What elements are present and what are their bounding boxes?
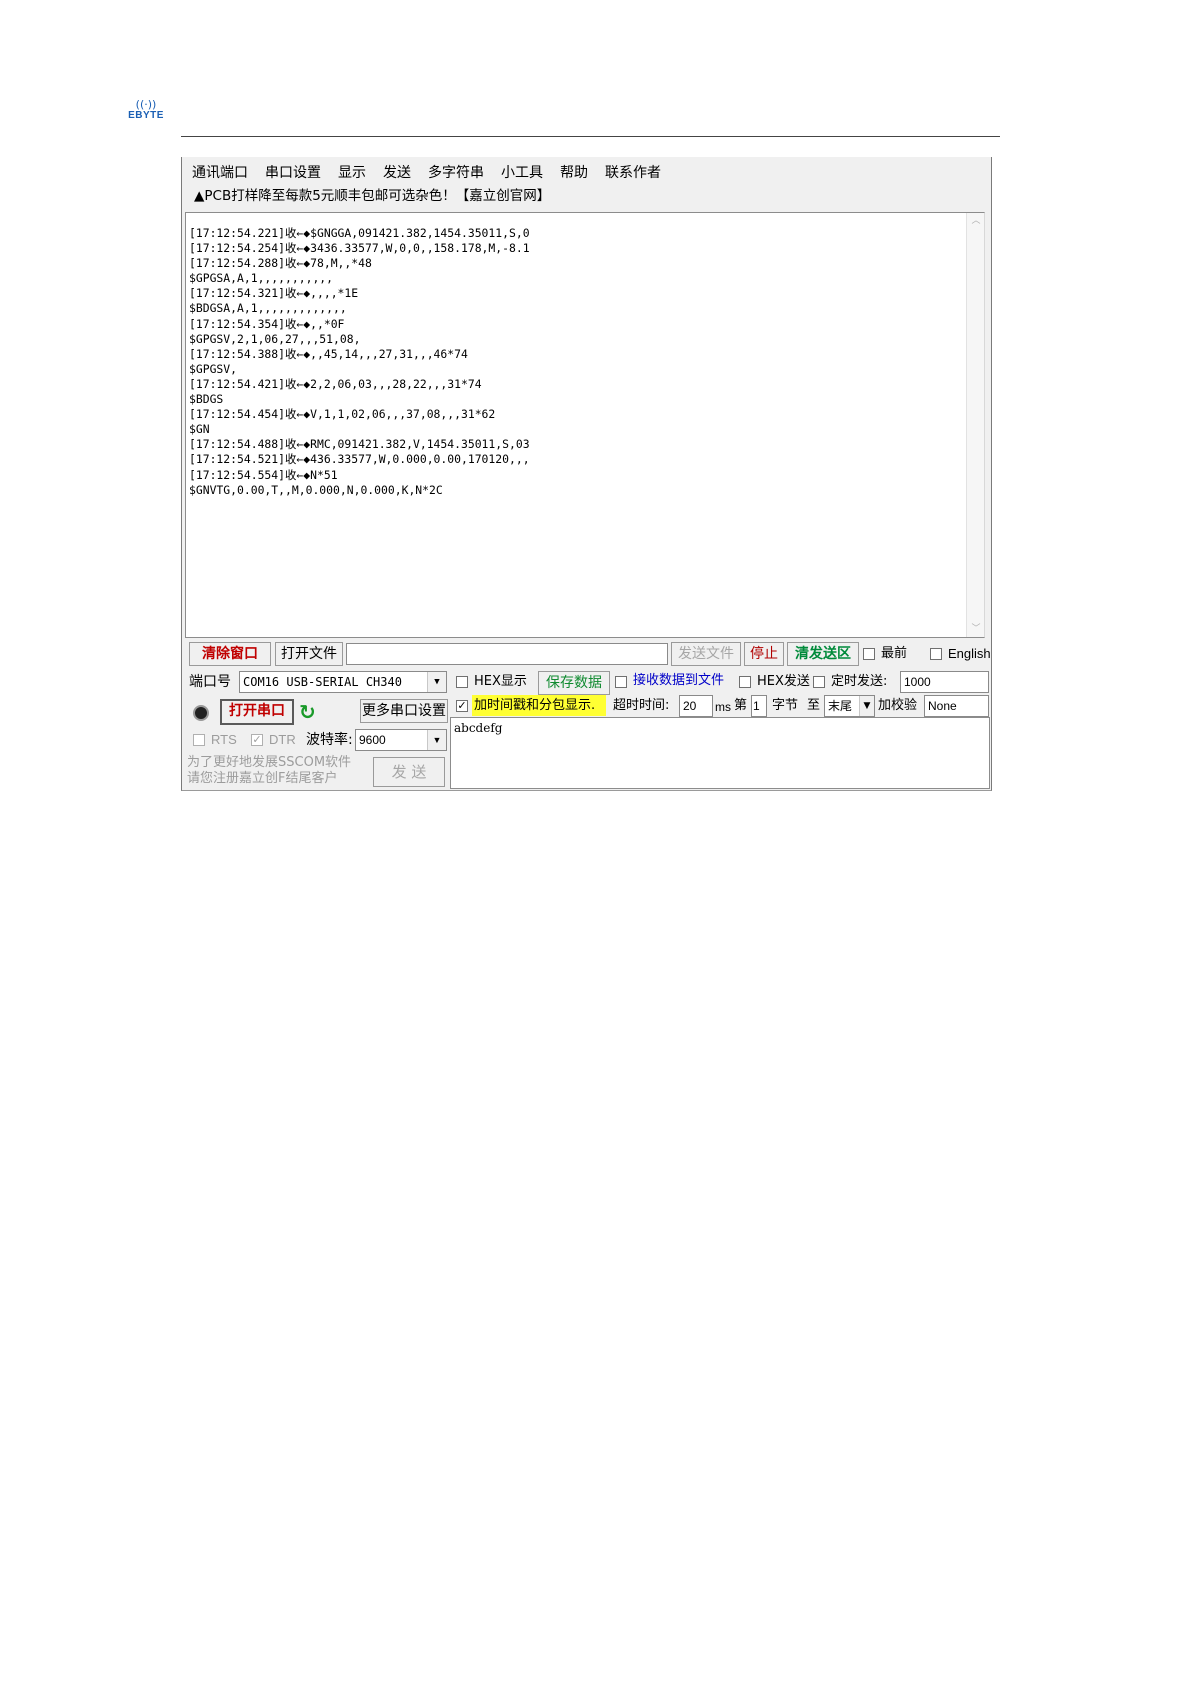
port-select[interactable]: COM16 USB-SERIAL CH340 ▼ bbox=[239, 671, 447, 693]
chevron-down-icon[interactable]: ▼ bbox=[859, 696, 874, 716]
ad-banner[interactable]: ▲PCB打样降至每款5元顺丰包邮可选杂色！【嘉立创官网】 bbox=[194, 187, 550, 205]
receive-line: $GN bbox=[189, 422, 210, 437]
menu-item[interactable]: 显示 bbox=[338, 163, 366, 183]
port-status-icon bbox=[193, 705, 209, 721]
send-text: abcdefg bbox=[454, 721, 503, 735]
port-label: 端口号 bbox=[189, 674, 231, 690]
receive-line: [17:12:54.488]收←◆RMC,091421.382,V,1454.3… bbox=[189, 437, 530, 452]
promo-line-1: 为了更好地发展SSCOM软件 bbox=[187, 755, 352, 770]
menu-bar: 通讯端口 串口设置 显示 发送 多字符串 小工具 帮助 联系作者 bbox=[192, 163, 678, 183]
english-checkbox[interactable] bbox=[930, 648, 942, 660]
ms-label: ms bbox=[715, 700, 731, 714]
refresh-icon[interactable]: ↻ bbox=[299, 701, 316, 723]
receive-area[interactable]: [17:12:54.221]收←◆$GNGGA,091421.382,1454.… bbox=[185, 212, 985, 638]
timeout-input[interactable]: 20 bbox=[679, 695, 713, 717]
byte-label: 字节 bbox=[772, 698, 799, 713]
receive-line: [17:12:54.521]收←◆436.33577,W,0.000,0.00,… bbox=[189, 452, 530, 467]
stop-button[interactable]: 停止 bbox=[744, 642, 784, 666]
to-label: 至 bbox=[807, 698, 821, 713]
ebyte-logo: ((·)) EBYTE bbox=[120, 98, 172, 126]
receive-line: [17:12:54.221]收←◆$GNGGA,091421.382,1454.… bbox=[189, 226, 530, 240]
receive-line: [17:12:54.421]收←◆2,2,06,03,,,28,22,,,31*… bbox=[189, 376, 482, 391]
menu-item[interactable]: 联系作者 bbox=[605, 163, 661, 183]
receive-line: [17:12:54.321]收←◆,,,,*1E bbox=[189, 286, 359, 301]
send-button[interactable]: 发 送 bbox=[373, 757, 445, 787]
receive-line: $GPGSV,2,1,06,27,,,51,08, bbox=[189, 331, 361, 346]
clear-send-button[interactable]: 清发送区 bbox=[787, 642, 859, 666]
hex-send-label: HEX发送 bbox=[757, 674, 810, 689]
scroll-down-icon[interactable]: ﹀ bbox=[970, 624, 982, 634]
timed-interval-input[interactable]: 1000 bbox=[900, 671, 989, 693]
sscom-window: 通讯端口 串口设置 显示 发送 多字符串 小工具 帮助 联系作者 ▲PCB打样降至每款5元顺丰… bbox=[181, 157, 992, 791]
antenna-icon: ((·)) bbox=[135, 98, 157, 111]
timestamp-checkbox[interactable]: ✓ bbox=[456, 700, 468, 712]
baud-select[interactable]: 9600 ▼ bbox=[355, 729, 447, 751]
receive-line: [17:12:54.554]收←◆N*51 bbox=[189, 467, 338, 482]
port-value: COM16 USB-SERIAL CH340 bbox=[243, 675, 402, 689]
dtr-checkbox[interactable]: ✓ bbox=[251, 734, 263, 746]
header-divider bbox=[181, 136, 1000, 137]
checksum-label: 加校验 bbox=[878, 698, 918, 713]
more-settings-button[interactable]: 更多串口设置 bbox=[360, 699, 448, 723]
timestamp-label: 加时间戳和分包显示. bbox=[474, 698, 596, 713]
english-label: English bbox=[948, 646, 990, 661]
menu-item[interactable]: 串口设置 bbox=[265, 163, 321, 183]
baud-label: 波特率: bbox=[306, 732, 353, 748]
receive-line: $GPGSV, bbox=[189, 361, 238, 376]
hex-send-checkbox[interactable] bbox=[739, 676, 751, 688]
open-port-button[interactable]: 打开串口 bbox=[220, 699, 294, 725]
file-toolbar: 清除窗口 打开文件 发送文件 停止 清发送区 最前 English bbox=[185, 641, 990, 667]
hex-display-checkbox[interactable] bbox=[456, 676, 468, 688]
checksum-select[interactable]: None bbox=[924, 695, 989, 717]
save-data-button[interactable]: 保存数据 bbox=[538, 671, 610, 695]
byte-index-input[interactable]: 1 bbox=[751, 695, 767, 717]
receive-line: $BDGSA,A,1,,,,,,,,,,,,, bbox=[189, 301, 347, 316]
receive-line: [17:12:54.288]收←◆78,M,,*48 bbox=[189, 256, 372, 271]
timed-send-label: 定时发送: bbox=[831, 674, 888, 689]
recv-to-file-label: 接收数据到文件 bbox=[633, 673, 725, 688]
send-file-button[interactable]: 发送文件 bbox=[671, 642, 741, 666]
menu-item[interactable]: 小工具 bbox=[501, 163, 543, 183]
receive-line: $GPGSA,A,1,,,,,,,,,,, bbox=[189, 271, 334, 286]
menu-item[interactable]: 帮助 bbox=[560, 163, 588, 183]
receive-line: [17:12:54.254]收←◆3436.33577,W,0,0,,158.1… bbox=[189, 241, 530, 256]
menu-item[interactable]: 发送 bbox=[383, 163, 411, 183]
scroll-up-icon[interactable]: ︿ bbox=[970, 216, 982, 226]
receive-scrollbar[interactable]: ︿ ﹀ bbox=[966, 213, 984, 637]
end-value: 末尾 bbox=[828, 699, 853, 713]
baud-value: 9600 bbox=[359, 733, 386, 747]
end-select[interactable]: 末尾 ▼ bbox=[824, 695, 875, 717]
chevron-down-icon[interactable]: ▼ bbox=[427, 672, 446, 692]
receive-line: [17:12:54.454]收←◆V,1,1,02,06,,,37,08,,,3… bbox=[189, 407, 496, 422]
file-path-input[interactable] bbox=[346, 643, 668, 665]
logo-text: EBYTE bbox=[128, 110, 164, 121]
receive-line: $GNVTG,0.00,T,,M,0.000,N,0.000,K,N*2C bbox=[189, 482, 443, 497]
dtr-label: DTR bbox=[269, 732, 296, 747]
timed-send-checkbox[interactable] bbox=[813, 676, 825, 688]
timeout-label: 超时时间: bbox=[613, 698, 670, 713]
hex-display-label: HEX显示 bbox=[474, 674, 527, 689]
menu-item[interactable]: 多字符串 bbox=[428, 163, 484, 183]
receive-line: $BDGS bbox=[189, 392, 224, 407]
open-file-button[interactable]: 打开文件 bbox=[275, 642, 343, 666]
port-panel: 端口号 COM16 USB-SERIAL CH340 ▼ 打开串口 ↻ 更多串口… bbox=[185, 669, 448, 787]
send-textarea[interactable]: abcdefg bbox=[450, 717, 990, 789]
receive-line: [17:12:54.388]收←◆,,45,14,,,27,31,,,46*74 bbox=[189, 346, 468, 361]
rts-checkbox[interactable] bbox=[193, 734, 205, 746]
promo-line-2: 请您注册嘉立创F结尾客户 bbox=[187, 771, 338, 786]
chevron-down-icon[interactable]: ▼ bbox=[427, 730, 446, 750]
topmost-label: 最前 bbox=[881, 646, 908, 661]
recv-to-file-checkbox[interactable] bbox=[615, 676, 627, 688]
receive-text: [17:12:54.221]收←◆$GNGGA,091421.382,1454.… bbox=[189, 226, 530, 498]
rts-label: RTS bbox=[211, 732, 237, 747]
receive-line: [17:12:54.354]收←◆,,*0F bbox=[189, 316, 345, 331]
nth-label: 第 bbox=[734, 698, 748, 713]
menu-item[interactable]: 通讯端口 bbox=[192, 163, 248, 183]
checksum-value: None bbox=[928, 699, 957, 713]
clear-window-button[interactable]: 清除窗口 bbox=[189, 642, 271, 666]
topmost-checkbox[interactable] bbox=[863, 648, 875, 660]
